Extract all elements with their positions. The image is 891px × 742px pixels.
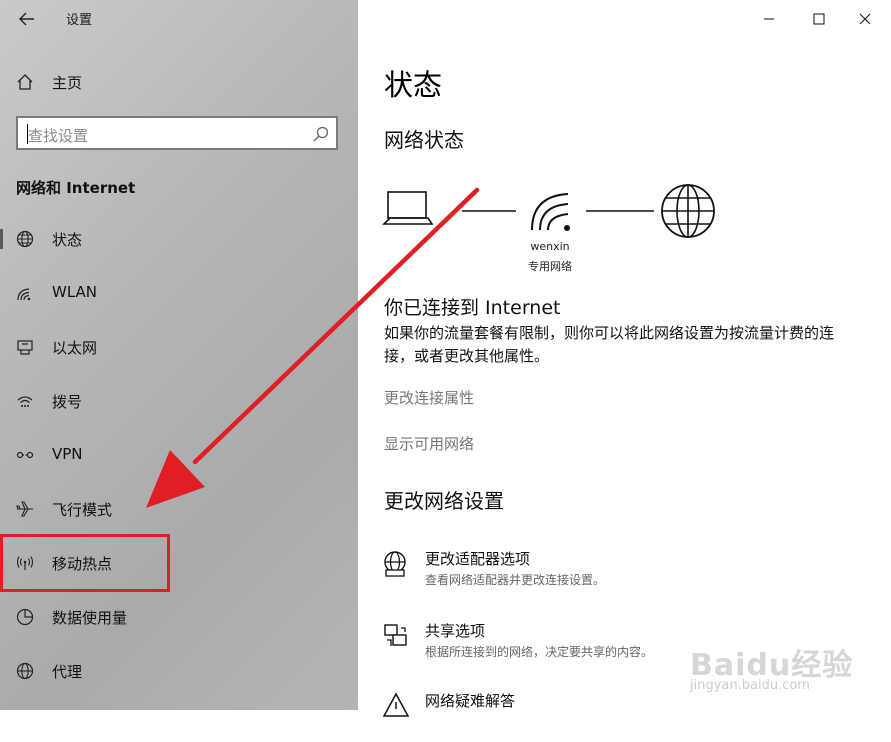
wifi-icon — [17, 288, 31, 301]
sidebar-item-label: VPN — [52, 445, 83, 463]
sidebar-item-dialup[interactable]: 拨号 — [0, 379, 358, 423]
change-connection-properties-link[interactable]: 更改连接属性 — [384, 387, 474, 408]
connection-description: 如果你的流量套餐有限制，则你可以将此网络设置为按流量计费的连接，或者更改其他属性… — [384, 324, 835, 365]
option-troubleshooter[interactable]: 网络疑难解答 — [382, 692, 882, 742]
main-content: 状态 网络状态 wenxin 专用网络 你已连接到 Internet 如果你的流… — [358, 0, 891, 717]
sidebar-item-label: 状态 — [52, 231, 83, 249]
sidebar-item-status[interactable]: 状态 — [0, 217, 358, 261]
network-profile-type: 专用网络 — [528, 260, 572, 273]
network-status-heading: 网络状态 — [384, 128, 464, 152]
sidebar-item-data-usage[interactable]: 数据使用量 — [0, 595, 358, 639]
sidebar-item-label: 拨号 — [52, 393, 83, 411]
option-description: 根据所连接到的网络，决定要共享的内容。 — [425, 645, 654, 659]
dialup-icon — [17, 396, 33, 407]
warning-icon — [382, 692, 410, 717]
sidebar-item-label: 飞行模式 — [52, 501, 113, 519]
sidebar-item-label: WLAN — [52, 283, 98, 301]
vpn-icon — [16, 451, 34, 459]
airplane-icon — [16, 501, 33, 517]
sidebar-item-label: 代理 — [52, 663, 83, 681]
maximize-button[interactable] — [802, 6, 836, 32]
page-title: 状态 — [384, 68, 443, 102]
network-ssid: wenxin — [530, 240, 570, 253]
watermark-url: jingyan.baidu.com — [690, 678, 810, 693]
internet-globe-icon — [661, 184, 715, 238]
minimize-button[interactable] — [752, 6, 786, 32]
option-title: 网络疑难解答 — [425, 692, 516, 710]
sidebar-item-airplane-mode[interactable]: 飞行模式 — [0, 487, 358, 531]
close-button[interactable] — [848, 6, 882, 32]
section-title: 网络和 Internet — [16, 179, 136, 197]
option-title: 更改适配器选项 — [425, 550, 531, 568]
sidebar-item-label: 数据使用量 — [52, 609, 128, 627]
back-button[interactable] — [12, 6, 42, 32]
option-change-adapter[interactable]: 更改适配器选项 查看网络适配器并更改连接设置。 — [382, 550, 882, 600]
sharing-icon — [384, 624, 407, 646]
option-description: 查看网络适配器并更改连接设置。 — [425, 573, 606, 587]
sidebar-item-label: 以太网 — [52, 339, 98, 357]
option-title: 共享选项 — [425, 622, 486, 640]
back-arrow-icon — [19, 12, 34, 26]
home-icon — [17, 74, 33, 90]
minimize-icon — [764, 18, 774, 20]
home-label: 主页 — [52, 74, 83, 92]
hotspot-highlight-box — [0, 534, 170, 592]
search-placeholder: 查找设置 — [28, 127, 89, 145]
sidebar-item-proxy[interactable]: 代理 — [0, 649, 358, 693]
laptop-icon — [382, 191, 434, 225]
connection-title: 你已连接到 Internet — [384, 297, 561, 319]
home-nav-item[interactable]: 主页 — [0, 64, 358, 100]
show-available-networks-link[interactable]: 显示可用网络 — [384, 433, 474, 454]
adapter-icon — [384, 551, 406, 577]
search-icon[interactable] — [312, 125, 330, 143]
sidebar-item-vpn[interactable]: VPN — [0, 433, 358, 477]
maximize-icon — [813, 13, 825, 25]
globe-icon — [16, 230, 34, 248]
data-usage-icon — [16, 608, 34, 626]
change-network-settings-heading: 更改网络设置 — [384, 489, 504, 513]
sidebar-item-ethernet[interactable]: 以太网 — [0, 325, 358, 369]
proxy-globe-icon — [16, 662, 34, 680]
sidebar: 设置 主页 查找设置 网络和 Internet 状态 WLAN 以太网 拨号 V… — [0, 0, 358, 710]
app-title: 设置 — [66, 13, 93, 28]
sidebar-item-wlan[interactable]: WLAN — [0, 271, 358, 315]
close-icon — [859, 13, 871, 25]
wifi-signal-icon — [531, 193, 570, 231]
ethernet-icon — [17, 340, 33, 355]
search-input[interactable]: 查找设置 — [16, 116, 338, 150]
